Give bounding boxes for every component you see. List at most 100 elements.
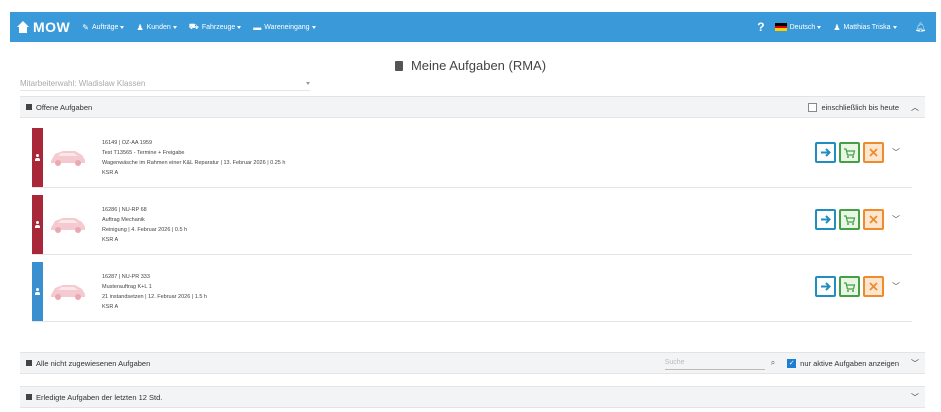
user-icon: ♟ [833, 22, 841, 32]
caret-down-icon [120, 25, 125, 29]
cart-icon [844, 148, 856, 158]
task-line-4: KSR A [102, 237, 119, 243]
task-actions: ﹀ [812, 209, 900, 230]
task-details: 16286 | NU-RP 68 Auftrag Mechanik Reinig… [102, 205, 187, 245]
language-label: Deutsch [789, 23, 816, 31]
cancel-icon [869, 215, 878, 224]
task-line-1: 16286 | NU-RP 68 [102, 207, 147, 213]
task-details: 16149 | OZ-AA 1959 Test T13565 - Termine… [102, 138, 285, 178]
list-icon [26, 394, 32, 400]
caret-down-icon [892, 25, 897, 29]
open-tasks-title: Offene Aufgaben [36, 102, 93, 112]
arrow-right-icon [821, 282, 831, 291]
arrow-right-icon [821, 148, 831, 157]
task-priority-bar [32, 195, 43, 254]
menu-kunden-label: Kunden [146, 23, 171, 31]
open-tasks-header[interactable]: Offene Aufgaben einschließlich bis heute… [20, 96, 925, 118]
unassigned-controls: Suche ⌕ ✓ nur aktive Aufgaben anzeigen ﹀ [664, 357, 919, 370]
chevron-down-icon[interactable]: ﹀ [892, 281, 900, 292]
completed-controls: ﹀ [899, 392, 919, 403]
truck-icon: ▬ [253, 22, 262, 32]
car-icon: ⛟ [188, 22, 199, 31]
open-task-button[interactable] [815, 142, 836, 163]
brand-link[interactable]: MOW [16, 19, 70, 35]
menu-kunden[interactable]: ♟ Kunden [136, 22, 177, 32]
cancel-button[interactable] [863, 276, 884, 297]
task-card[interactable]: 16287 | NU-PR 333 Musterauftrag K+L 1 21… [32, 262, 912, 322]
task-actions: ﹀ [812, 142, 900, 163]
cart-button[interactable] [839, 142, 860, 163]
task-line-2: Musterauftrag K+L 1 [102, 284, 152, 290]
wrench-icon: ✎ [82, 22, 89, 32]
car-image-icon [51, 151, 85, 166]
task-line-3: Wagenwäsche im Rahmen einer K&L Reparatu… [102, 160, 286, 166]
home-icon [16, 21, 30, 33]
task-priority-bar [32, 262, 43, 321]
chevron-down-icon[interactable]: ﹀ [911, 358, 919, 369]
active-only-checkbox[interactable]: ✓ [787, 358, 797, 368]
task-priority-bar [32, 128, 43, 187]
navbar-right: ? Deutsch ♟ Matthias Triska 🔔︎ [757, 20, 936, 34]
list-icon [26, 360, 32, 366]
search-icon[interactable]: ⌕ [771, 358, 775, 368]
menu-wareneingang[interactable]: ▬ Wareneingang [253, 22, 316, 32]
task-line-4: KSR A [102, 170, 119, 176]
user-menu[interactable]: ♟ Matthias Triska [833, 22, 897, 32]
chevron-down-icon[interactable]: ﹀ [892, 147, 900, 158]
menu-auftraege[interactable]: ✎ Aufträge [82, 22, 125, 32]
task-line-4: KSR A [102, 304, 119, 310]
cart-button[interactable] [839, 276, 860, 297]
menu-fahrzeuge-label: Fahrzeuge [201, 23, 236, 31]
task-line-1: 16149 | OZ-AA 1959 [102, 140, 153, 146]
completed-tasks-header[interactable]: Erledigte Aufgaben der letzten 12 Std. ﹀ [20, 386, 925, 408]
person-icon [35, 221, 40, 228]
cancel-button[interactable] [863, 142, 884, 163]
task-line-2: Test T13565 - Termine + Freigabe [102, 150, 185, 156]
open-task-button[interactable] [815, 276, 836, 297]
arrow-right-icon [821, 215, 831, 224]
chevron-down-icon[interactable]: ﹀ [892, 214, 900, 225]
cart-button[interactable] [839, 209, 860, 230]
task-line-3: Reinigung | 4. Februar 2026 | 0.5 h [102, 227, 188, 233]
chevron-up-icon[interactable]: ︿ [911, 102, 919, 113]
task-card[interactable]: 16149 | OZ-AA 1959 Test T13565 - Termine… [32, 128, 912, 188]
person-icon [35, 288, 40, 295]
car-image-icon [51, 218, 85, 233]
top-navbar: MOW ✎ Aufträge ♟ Kunden ⛟ Fahrzeuge ▬ Wa… [10, 12, 936, 42]
bell-icon[interactable]: 🔔︎ [915, 22, 926, 33]
search-input[interactable]: Suche [664, 357, 765, 370]
task-line-2: Auftrag Mechanik [102, 217, 145, 223]
open-task-button[interactable] [815, 209, 836, 230]
unassigned-tasks-header[interactable]: Alle nicht zugewiesenen Aufgaben Suche ⌕… [20, 352, 925, 374]
page-title-text: Meine Aufgaben (RMA) [410, 58, 547, 73]
cart-icon [844, 215, 856, 225]
person-icon [35, 154, 40, 161]
task-card[interactable]: 16286 | NU-RP 68 Auftrag Mechanik Reinig… [32, 195, 912, 255]
completed-tasks-title: Erledigte Aufgaben der letzten 12 Std. [36, 392, 163, 402]
menu-wareneingang-label: Wareneingang [264, 23, 310, 31]
user-icon: ♟ [136, 22, 144, 32]
task-details: 16287 | NU-PR 333 Musterauftrag K+L 1 21… [102, 272, 207, 312]
menu-fahrzeuge[interactable]: ⛟ Fahrzeuge [189, 22, 242, 32]
open-tasks-controls: einschließlich bis heute ︿ [808, 102, 919, 113]
help-icon[interactable]: ? [757, 20, 764, 34]
include-until-today-label: einschließlich bis heute [821, 102, 899, 112]
cancel-icon [869, 282, 878, 291]
caret-down-icon [306, 82, 310, 85]
chevron-down-icon[interactable]: ﹀ [911, 392, 919, 403]
unassigned-tasks-title: Alle nicht zugewiesenen Aufgaben [36, 358, 151, 368]
employee-select[interactable]: Mitarbeiterwahl: Wladislaw Klassen [20, 79, 310, 91]
task-actions: ﹀ [812, 276, 900, 297]
caret-down-icon [172, 25, 177, 29]
clipboard-icon [394, 61, 403, 71]
menu-auftraege-label: Aufträge [91, 23, 119, 31]
cancel-icon [869, 148, 878, 157]
caret-down-icon [237, 25, 242, 29]
language-menu[interactable]: Deutsch [774, 23, 822, 32]
page-title: Meine Aufgaben (RMA) [0, 58, 941, 73]
cancel-button[interactable] [863, 209, 884, 230]
brand-text: MOW [33, 19, 71, 35]
active-only-label: nur aktive Aufgaben anzeigen [800, 358, 899, 368]
include-until-today-checkbox[interactable] [808, 102, 818, 112]
caret-down-icon [311, 25, 316, 29]
